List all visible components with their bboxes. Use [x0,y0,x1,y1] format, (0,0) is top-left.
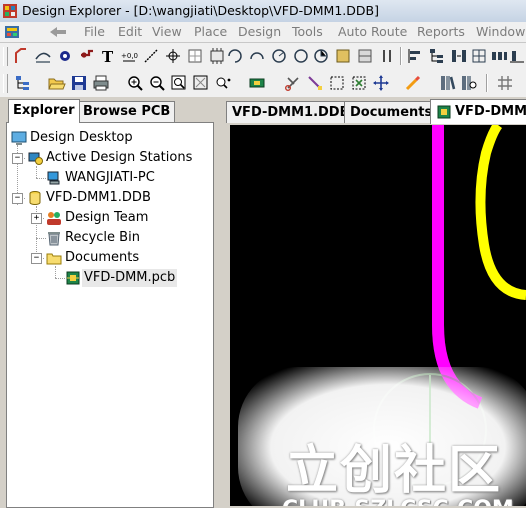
watermark-chinese: 立创社区 [286,441,503,501]
library-browse-icon[interactable] [460,74,478,92]
pcb-file-icon [437,105,451,119]
placement-toolbar: T +0,0 [0,43,526,70]
title-bar: Design Explorer - [D:\wangjiati\Desktop\… [0,0,526,23]
room-tool-icon[interactable] [186,47,204,65]
tree-item-documents[interactable]: Documents [46,249,216,267]
computer-icon [47,171,60,185]
folder-icon [46,253,62,265]
document-area: VFD-DMM1.DDB Documents VFD-DMM. 立创社区 CLU… [224,99,526,506]
align-left-icon[interactable] [406,47,424,65]
back-arrow-icon[interactable] [48,26,68,38]
menu-edit[interactable]: Edit [118,24,142,39]
tree-item-wangjiati-pc[interactable]: WANGJIATI-PC [46,169,216,187]
coordinate-tool-icon[interactable]: +0,0 [120,47,138,65]
cut-icon[interactable] [284,74,302,92]
document-tabs: VFD-DMM1.DDB Documents VFD-DMM. [224,99,526,125]
recycle-bin-icon [48,232,60,246]
move-icon[interactable] [372,74,390,92]
menu-file[interactable]: File [84,24,105,39]
split-plane-tool-icon[interactable] [356,47,374,65]
select-area-icon[interactable] [328,74,346,92]
string-tool-icon[interactable]: T [100,47,118,65]
collapse-toggle[interactable]: − [12,153,23,164]
dimension-tool-icon[interactable] [142,47,160,65]
keepout-tool-icon[interactable] [378,47,396,65]
deselect-icon[interactable] [350,74,368,92]
align-tree-icon[interactable] [428,47,446,65]
pcb-file-icon [66,271,80,285]
menu-bar: File Edit View Place Design Tools Auto R… [0,22,526,43]
svg-text:+0,0: +0,0 [121,52,138,60]
grid-icon[interactable] [496,74,514,92]
cross-probe-icon[interactable] [404,74,422,92]
database-icon [29,191,41,205]
align-spacing-icon[interactable] [490,47,508,65]
collapse-toggle[interactable]: − [31,253,42,264]
watermark-english: CLUB.SZLCSC.COM [282,497,514,506]
tab-explorer[interactable]: Explorer [8,99,80,123]
tab-browse-pcb[interactable]: Browse PCB [78,101,176,122]
component-tool-icon[interactable] [208,47,226,65]
tab-documents[interactable]: Documents [344,101,439,123]
component-browse-icon[interactable] [248,74,266,92]
collapse-toggle[interactable]: − [12,193,23,204]
distribute-icon[interactable] [450,47,468,65]
tab-vfd-dmm1-ddb[interactable]: VFD-DMM1.DDB [226,101,356,123]
zoom-selected-icon[interactable] [214,74,232,92]
menu-tools[interactable]: Tools [292,24,323,39]
interactive-routing-tool-icon[interactable] [12,47,30,65]
team-icon [47,212,61,225]
library-icon[interactable] [438,74,456,92]
tree-item-recycle-bin[interactable]: Recycle Bin [46,229,216,247]
main-toolbar [0,70,526,97]
window-title: Design Explorer - [D:\wangjiati\Desktop\… [22,3,379,18]
pad-tool-icon[interactable] [56,47,74,65]
zoom-area-icon[interactable] [170,74,188,92]
menu-auto-route[interactable]: Auto Route [338,24,407,39]
zoom-fit-icon[interactable] [192,74,210,92]
design-tree: Design Desktop − Active Design Stations … [6,122,214,508]
pcb-canvas[interactable]: 立创社区 CLUB.SZLCSC.COM [230,125,526,506]
pcb-trace-magenta-lower [432,125,483,409]
menu-window[interactable]: Window [476,24,525,39]
menu-reports[interactable]: Reports [417,24,465,39]
svg-text:T: T [102,48,114,65]
open-folder-icon[interactable] [48,74,66,92]
polygon-plane-tool-icon[interactable] [334,47,352,65]
tree-item-vfd-dmm-pcb[interactable]: VFD-DMM.pcb [65,269,215,287]
via-tool-icon[interactable] [78,47,96,65]
align-grid-icon[interactable] [470,47,488,65]
align-bottom-icon[interactable] [508,47,526,65]
arc-any-angle-tool-icon[interactable] [270,47,288,65]
print-icon[interactable] [92,74,110,92]
arc-line-tool-icon[interactable] [34,47,52,65]
wire-tool-icon[interactable] [306,74,324,92]
tree-item-vfd-dmm1-ddb[interactable]: VFD-DMM1.DDB [27,189,217,207]
zoom-out-icon[interactable] [148,74,166,92]
explorer-panel: Explorer Browse PCB Design Desktop − Act… [4,99,220,508]
app-icon [3,4,17,18]
system-menu-icon[interactable] [4,24,20,40]
expand-toggle[interactable]: + [31,213,42,224]
tree-item-design-desktop[interactable]: Design Desktop [11,129,201,147]
zoom-in-icon[interactable] [126,74,144,92]
explorer-tabs: Explorer Browse PCB [4,99,220,123]
arc-edge-tool-icon[interactable] [248,47,266,65]
tree-item-active-design-stations[interactable]: Active Design Stations [27,149,217,167]
arc-center-tool-icon[interactable] [226,47,244,65]
tab-vfd-dmm-pcb[interactable]: VFD-DMM. [430,99,526,124]
stations-icon [28,152,43,165]
fill-tool-icon[interactable] [312,47,330,65]
menu-view[interactable]: View [152,24,182,39]
set-origin-tool-icon[interactable] [164,47,182,65]
desktop-icon [11,131,27,145]
design-tree-icon[interactable] [14,74,32,92]
pcb-trace-yellow [475,125,526,300]
tree-item-design-team[interactable]: Design Team [46,209,216,227]
menu-place[interactable]: Place [194,24,227,39]
menu-design[interactable]: Design [238,24,281,39]
full-circle-tool-icon[interactable] [292,47,310,65]
save-icon[interactable] [70,74,88,92]
